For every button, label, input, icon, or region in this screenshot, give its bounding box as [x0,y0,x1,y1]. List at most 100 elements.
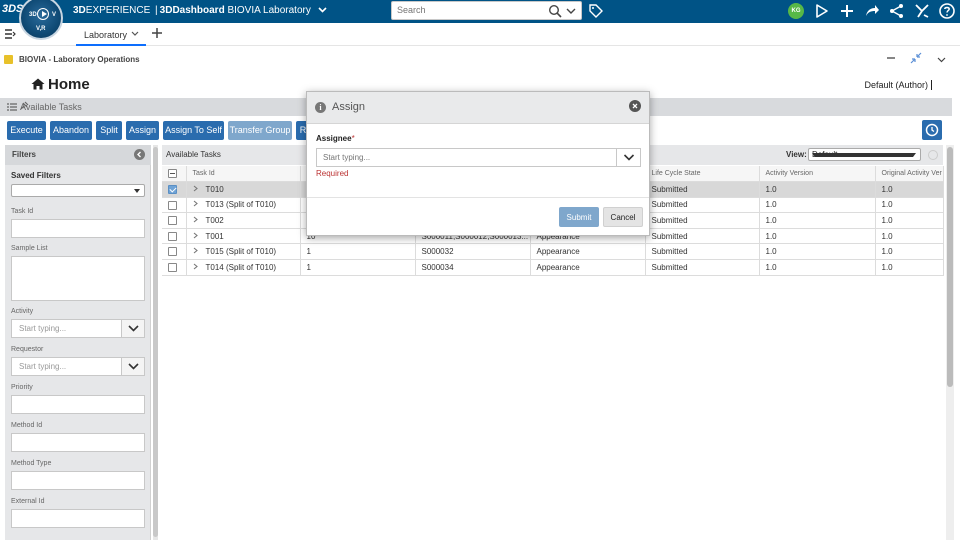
menu-icon[interactable] [4,28,16,40]
chevron-down-icon[interactable] [121,320,144,337]
row-select-cell [162,259,187,276]
table-row[interactable]: T014 (Split of T010) 1 S000034 Appearance Su… [162,259,944,276]
table-cell: S000032 [415,243,531,261]
grid-scrollbar[interactable] [946,145,954,540]
column-header[interactable]: Life Cycle State [645,166,760,183]
task-id-text: T002 [205,216,224,226]
global-search[interactable] [391,1,582,20]
row-checkbox[interactable] [168,185,177,195]
compass-bottom-label: V,R [36,26,46,32]
table-cell: S000034 [415,259,531,276]
chevron-down-icon[interactable] [121,358,144,375]
row-select-cell [162,181,187,198]
task-id-cell: T001 [186,228,301,245]
row-checkbox[interactable] [168,200,177,210]
caret-down-icon [812,153,916,157]
activity-placeholder: Start typing... [19,324,67,333]
task-id-input[interactable] [11,219,145,238]
filters-header: Filters [5,145,151,165]
split-button[interactable]: Split [96,121,122,140]
assignee-input[interactable] [323,153,613,162]
app-title[interactable]: 3DEXPERIENCE | 3DDashboard BIOVIA Laborat… [73,5,327,16]
search-icon[interactable] [548,4,562,18]
view-select[interactable]: Default [808,148,921,161]
search-input[interactable] [397,5,537,15]
table-cell: 1 [300,243,416,261]
add-tab-button[interactable] [151,26,163,43]
tools-icon[interactable] [913,2,931,20]
scrollbar-thumb[interactable] [947,147,953,387]
sample-list-input[interactable] [11,256,145,301]
share-icon[interactable] [863,2,881,20]
submit-button[interactable]: Submit [559,207,599,227]
external-id-input[interactable] [11,509,145,528]
saved-filters-select[interactable] [11,184,145,197]
task-id-text: T014 (Split of T010) [205,262,277,272]
chevron-right-icon[interactable] [193,200,198,209]
collapse-filters-button[interactable] [134,149,145,160]
collapse-icon[interactable] [909,52,923,66]
plus-icon[interactable] [838,2,856,20]
life-cycle-state-cell: Submitted [645,212,760,229]
row-checkbox[interactable] [168,247,177,257]
column-header[interactable]: Task Id [186,166,301,183]
chevron-right-icon[interactable] [193,263,198,272]
history-button[interactable] [922,120,942,140]
chevron-down-icon[interactable] [131,29,139,39]
select-all-cell[interactable] [162,166,187,183]
chevron-right-icon[interactable] [193,232,198,241]
role-label[interactable]: Default (Author) [864,80,932,90]
row-checkbox[interactable] [168,216,177,226]
play-icon [37,8,49,20]
select-all-checkbox[interactable] [168,169,177,179]
table-row[interactable]: T015 (Split of T010) 1 S000032 Appearance Su… [162,243,944,261]
list-icon [7,103,17,111]
chevron-right-icon[interactable] [193,185,198,194]
scrollbar-thumb[interactable] [153,147,158,537]
chevron-down-icon[interactable] [318,5,327,15]
column-header[interactable]: Activity Version [759,166,876,183]
clock-icon [925,123,939,137]
table-cell: Appearance [530,259,646,276]
priority-input[interactable] [11,395,145,414]
network-icon[interactable] [888,2,906,20]
activity-version-cell: 1.0 [759,197,876,214]
activity-input[interactable]: Start typing... [11,319,145,338]
chevron-right-icon[interactable] [193,216,198,225]
chevron-down-icon[interactable] [564,4,578,18]
life-cycle-state-cell: Submitted [645,181,760,198]
assign-button[interactable]: Assign [126,121,159,140]
row-checkbox[interactable] [168,263,177,273]
user-avatar[interactable]: KG [788,3,804,19]
life-cycle-state-cell: Submitted [645,228,760,245]
tag-icon[interactable] [588,3,604,19]
row-checkbox[interactable] [168,231,177,241]
chevron-down-icon[interactable] [616,149,640,166]
method-id-input[interactable] [11,433,145,452]
assignee-field[interactable] [316,148,641,167]
activity-version-cell: 1.0 [759,243,876,261]
compass-right-label: V [52,12,57,18]
assignee-label-text: Assignee [316,134,352,143]
help-icon[interactable] [938,2,956,20]
abandon-button[interactable]: Abandon [50,121,92,140]
chevron-down-icon[interactable] [934,52,948,66]
close-icon[interactable] [629,100,641,112]
tab-laboratory[interactable]: Laboratory [76,23,146,46]
method-type-input[interactable] [11,471,145,490]
sample-list-label: Sample List [11,245,48,252]
execute-button[interactable]: Execute [7,121,46,140]
refresh-icon[interactable] [928,150,938,160]
row-select-cell [162,243,187,261]
assign-to-self-button[interactable]: Assign To Self [163,121,224,140]
cancel-button[interactable]: Cancel [603,207,643,227]
task-id-label: Task Id [11,208,34,215]
chevron-right-icon[interactable] [193,247,198,256]
task-id-cell: T002 [186,212,301,229]
transfer-group-button[interactable]: Transfer Group [228,121,292,140]
minimize-icon[interactable] [884,52,898,66]
filters-scrollbar[interactable] [153,145,158,540]
bubble-icon[interactable] [813,2,831,20]
requestor-input[interactable]: Start typing... [11,357,145,376]
column-header[interactable]: Original Activity Ver [875,166,944,183]
